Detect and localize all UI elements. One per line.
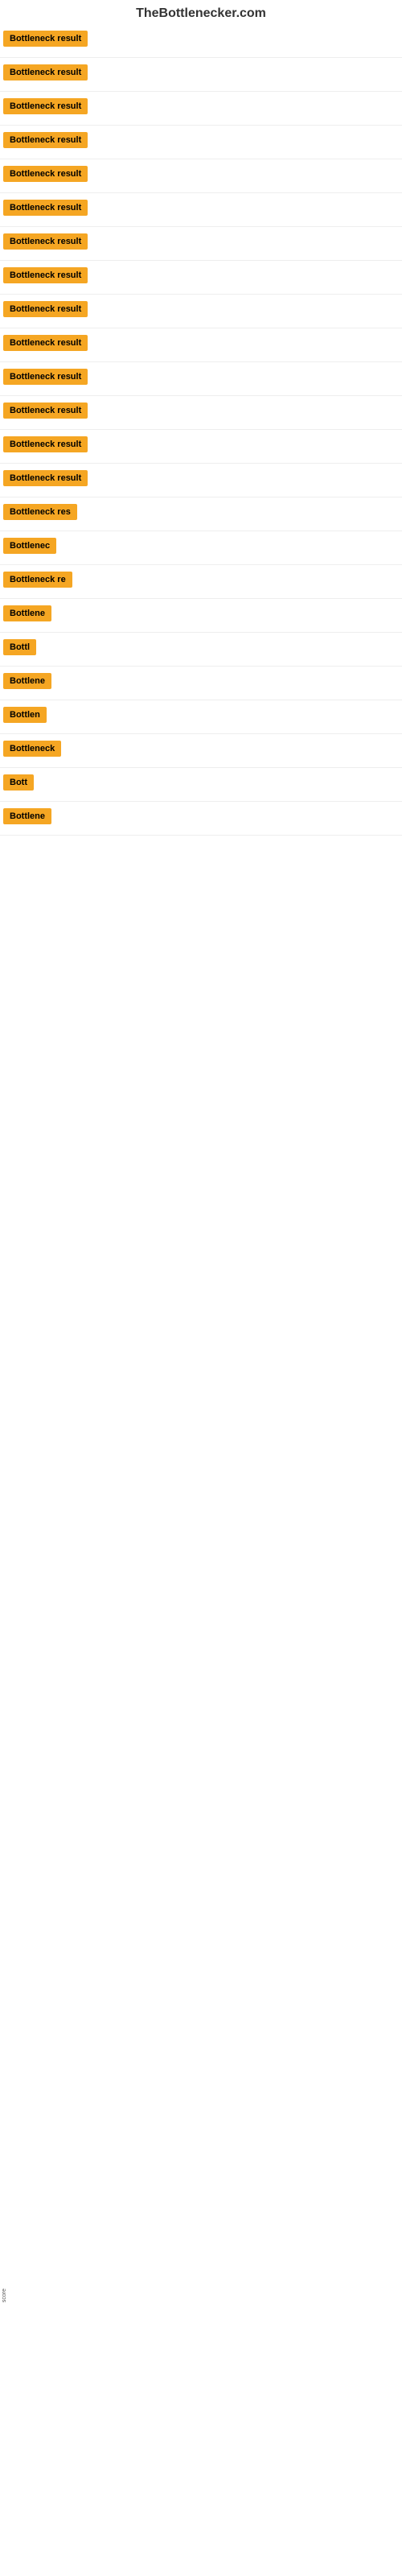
bottleneck-badge-17[interactable]: Bottleneck re: [3, 572, 72, 588]
footer-label: score: [2, 2289, 7, 2302]
bottleneck-badge-16[interactable]: Bottlenec: [3, 538, 56, 554]
site-title: TheBottlenecker.com: [0, 0, 402, 24]
bottleneck-badge-21[interactable]: Bottlen: [3, 707, 47, 723]
bottleneck-badge-13[interactable]: Bottleneck result: [3, 436, 88, 452]
bottleneck-badge-15[interactable]: Bottleneck res: [3, 504, 77, 520]
bottleneck-section-2: Bottleneck result: [0, 58, 402, 92]
bottleneck-badge-18[interactable]: Bottlene: [3, 605, 51, 621]
bottleneck-section-12: Bottleneck result: [0, 396, 402, 430]
bottleneck-section-7: Bottleneck result: [0, 227, 402, 261]
bottleneck-badge-14[interactable]: Bottleneck result: [3, 470, 88, 486]
bottleneck-section-13: Bottleneck result: [0, 430, 402, 464]
bottleneck-badge-2[interactable]: Bottleneck result: [3, 64, 88, 80]
bottleneck-badge-10[interactable]: Bottleneck result: [3, 335, 88, 351]
bottleneck-badge-24[interactable]: Bottlene: [3, 808, 51, 824]
bottom-area: [0, 868, 402, 884]
bottleneck-section-8: Bottleneck result: [0, 261, 402, 295]
bottleneck-section-15: Bottleneck res: [0, 497, 402, 531]
bottleneck-badge-3[interactable]: Bottleneck result: [3, 98, 88, 114]
bottleneck-section-1: Bottleneck result: [0, 24, 402, 58]
bottleneck-badge-6[interactable]: Bottleneck result: [3, 200, 88, 216]
bottleneck-badge-9[interactable]: Bottleneck result: [3, 301, 88, 317]
bottleneck-badge-12[interactable]: Bottleneck result: [3, 402, 88, 419]
bottleneck-section-16: Bottlenec: [0, 531, 402, 565]
bottleneck-section-22: Bottleneck: [0, 734, 402, 768]
bottleneck-section-11: Bottleneck result: [0, 362, 402, 396]
bottleneck-badge-20[interactable]: Bottlene: [3, 673, 51, 689]
bottleneck-badge-1[interactable]: Bottleneck result: [3, 31, 88, 47]
bottleneck-section-21: Bottlen: [0, 700, 402, 734]
bottleneck-badge-22[interactable]: Bottleneck: [3, 741, 61, 757]
bottleneck-section-19: Bottl: [0, 633, 402, 667]
bottleneck-section-23: Bott: [0, 768, 402, 802]
bottleneck-badge-5[interactable]: Bottleneck result: [3, 166, 88, 182]
bottleneck-badge-4[interactable]: Bottleneck result: [3, 132, 88, 148]
bottleneck-badge-8[interactable]: Bottleneck result: [3, 267, 88, 283]
bottleneck-section-4: Bottleneck result: [0, 126, 402, 159]
bottleneck-section-14: Bottleneck result: [0, 464, 402, 497]
bottleneck-section-6: Bottleneck result: [0, 193, 402, 227]
bottleneck-section-17: Bottleneck re: [0, 565, 402, 599]
bottleneck-badge-23[interactable]: Bott: [3, 774, 34, 791]
bottleneck-section-10: Bottleneck result: [0, 328, 402, 362]
bottleneck-badge-11[interactable]: Bottleneck result: [3, 369, 88, 385]
bottleneck-section-9: Bottleneck result: [0, 295, 402, 328]
bottleneck-badge-19[interactable]: Bottl: [3, 639, 36, 655]
bottleneck-section-20: Bottlene: [0, 667, 402, 700]
bottleneck-badge-7[interactable]: Bottleneck result: [3, 233, 88, 250]
bottleneck-section-24: Bottlene: [0, 802, 402, 836]
bottleneck-section-5: Bottleneck result: [0, 159, 402, 193]
bottleneck-section-3: Bottleneck result: [0, 92, 402, 126]
bottleneck-section-18: Bottlene: [0, 599, 402, 633]
